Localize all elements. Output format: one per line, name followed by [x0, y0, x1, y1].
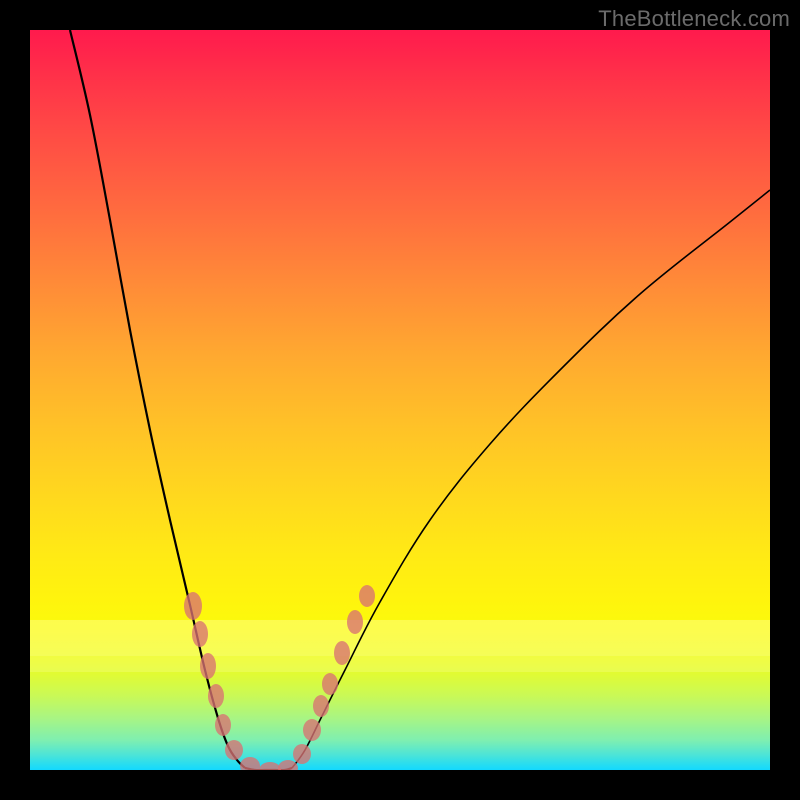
plot-area — [30, 30, 770, 770]
data-marker — [200, 653, 216, 679]
data-marker — [240, 757, 260, 770]
data-markers — [184, 585, 375, 770]
watermark-text: TheBottleneck.com — [598, 6, 790, 32]
chart-svg — [30, 30, 770, 770]
data-marker — [215, 714, 231, 736]
chart-frame: TheBottleneck.com — [0, 0, 800, 800]
curve-left-branch — [70, 30, 245, 768]
data-marker — [313, 695, 329, 717]
data-marker — [303, 719, 321, 741]
data-marker — [322, 673, 338, 695]
data-marker — [347, 610, 363, 634]
data-marker — [259, 762, 281, 770]
data-marker — [293, 744, 311, 764]
data-marker — [225, 740, 243, 760]
data-marker — [184, 592, 202, 620]
data-marker — [192, 621, 208, 647]
data-marker — [334, 641, 350, 665]
data-marker — [208, 684, 224, 708]
data-marker — [278, 760, 298, 770]
data-marker — [359, 585, 375, 607]
curve-right-branch — [292, 190, 770, 768]
